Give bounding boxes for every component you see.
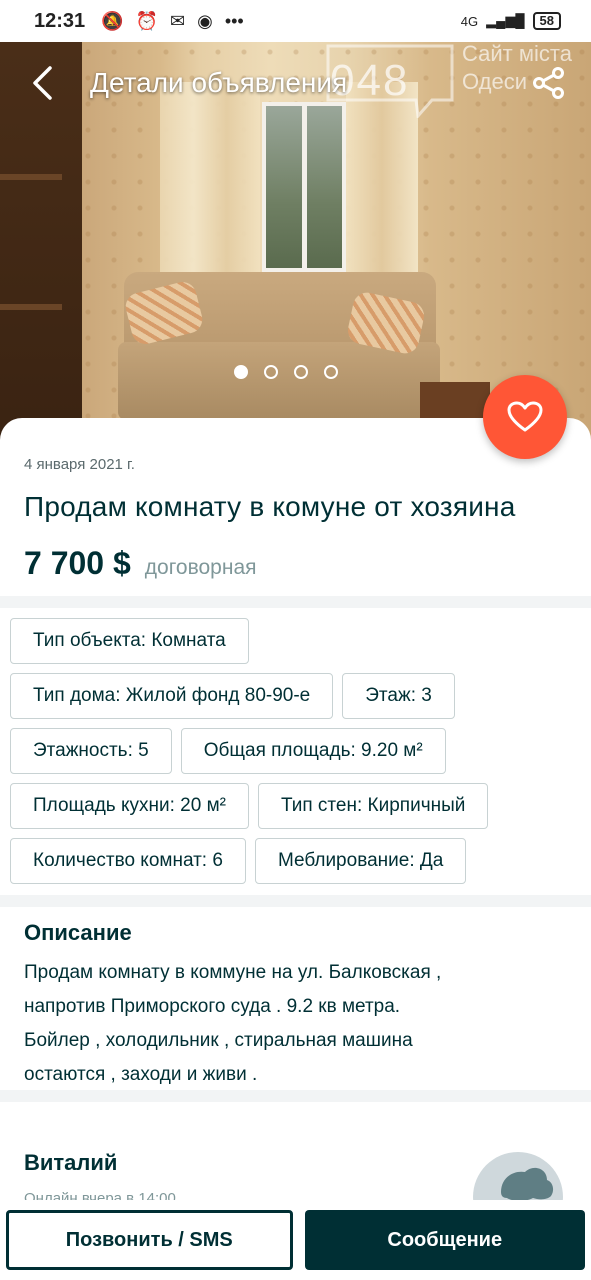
battery-icon: 58 (532, 12, 561, 30)
more-notifications-icon: ••• (224, 10, 244, 31)
param-row: Тип дома: Жилой фонд 80-90-е Этаж: 3 (10, 673, 585, 719)
description-text: Продам комнату в коммуне на ул. Балковск… (24, 956, 569, 1092)
price-row: 7 700 $ договорная (24, 545, 567, 582)
share-icon[interactable] (527, 61, 571, 105)
page-title: Детали объявления (90, 67, 348, 98)
gallery-dot[interactable] (234, 365, 248, 379)
description-line: напротив Приморского суда . 9.2 кв метра… (24, 996, 401, 1017)
param-row: Этажность: 5 Общая площадь: 9.20 м² (10, 728, 585, 774)
status-time: 12:31 (34, 9, 86, 32)
status-bar: 12:31 🔕 ⏰ ✉ ◉ ••• 4G ▂▄▆█ 58 (0, 0, 591, 42)
param-floors-total: Этажность: 5 (10, 728, 172, 774)
ad-date: 4 января 2021 г. (24, 456, 135, 473)
status-right: 4G ▂▄▆█ 58 (461, 12, 561, 30)
gallery-dot[interactable] (264, 365, 278, 379)
signal-icon: ▂▄▆█ (486, 13, 525, 28)
param-furnished: Меблирование: Да (254, 838, 467, 884)
description-line: остаются , заходи и живи . (24, 1064, 258, 1085)
section-divider (0, 596, 591, 608)
mute-icon: 🔕 (101, 10, 124, 31)
top-app-bar: Детали объявления (0, 42, 591, 124)
sofa-seat (118, 342, 440, 420)
alarm-icon: ⏰ (135, 10, 158, 31)
param-total-area: Общая площадь: 9.20 м² (180, 728, 446, 774)
side-table (420, 382, 490, 422)
favorite-button[interactable] (483, 375, 567, 459)
call-sms-button[interactable]: Позвонить / SMS (6, 1210, 293, 1270)
back-arrow-icon[interactable] (20, 61, 64, 105)
description-line: Продам комнату в коммуне на ул. Балковск… (24, 962, 442, 983)
ad-parameters: Тип объекта: Комната Тип дома: Жилой фон… (10, 618, 585, 893)
network-type: 4G (460, 13, 479, 29)
param-room-count: Количество комнат: 6 (10, 838, 246, 884)
ad-title: Продам комнату в комуне от хозяина (24, 491, 516, 522)
description-title: Описание (24, 920, 132, 945)
gallery-dot[interactable] (324, 365, 338, 379)
heart-icon (507, 401, 543, 432)
gallery-pagination (234, 365, 338, 379)
cabinet-shelf (0, 174, 62, 180)
param-row: Тип объекта: Комната (10, 618, 585, 664)
price-negotiable: договорная (144, 556, 257, 579)
param-house-type: Тип дома: Жилой фонд 80-90-е (10, 673, 334, 719)
param-wall-type: Тип стен: Кирпичный (257, 783, 489, 829)
description-line: Бойлер , холодильник , стиральная машина (24, 1030, 413, 1051)
cabinet-shelf (0, 304, 62, 310)
param-kitchen-area: Площадь кухни: 20 м² (10, 783, 249, 829)
message-icon: ✉ (170, 10, 186, 31)
gallery-dot[interactable] (294, 365, 308, 379)
message-button[interactable]: Сообщение (304, 1210, 585, 1270)
section-divider (0, 1090, 591, 1102)
param-floor: Этаж: 3 (342, 673, 455, 719)
section-divider (0, 895, 591, 907)
bottom-action-bar: Позвонить / SMS Сообщение (0, 1200, 591, 1280)
description-section: Описание Продам комнату в коммуне на ул.… (24, 920, 569, 1092)
window-frame (302, 102, 307, 272)
param-row: Площадь кухни: 20 м² Тип стен: Кирпичный (10, 783, 585, 829)
messenger-icon: ◉ (197, 10, 213, 31)
param-row: Количество комнат: 6 Меблирование: Да (10, 838, 585, 884)
status-notification-icons: 🔕 ⏰ ✉ ◉ ••• (101, 11, 244, 32)
ad-price: 7 700 $ (24, 545, 131, 581)
param-object-type: Тип объекта: Комната (10, 618, 249, 664)
